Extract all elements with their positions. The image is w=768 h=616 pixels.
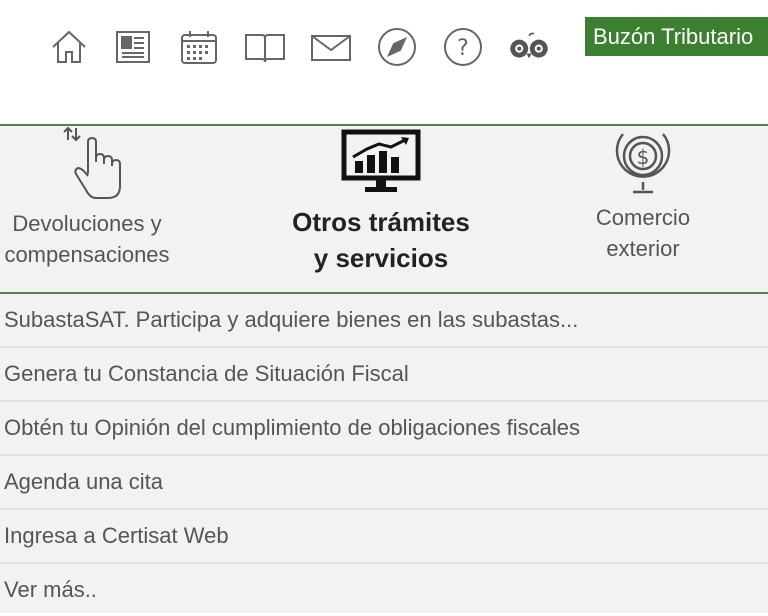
service-links-list: SubastaSAT. Participa y adquiere bienes … xyxy=(0,294,768,616)
link-opinion-cumplimiento[interactable]: Obtén tu Opinión del cumplimiento de obl… xyxy=(0,402,768,456)
link-certisat-web[interactable]: Ingresa a Certisat Web xyxy=(0,510,768,564)
category-label: Comercio xyxy=(595,205,691,230)
category-row: Devoluciones y compensaciones Otros trám… xyxy=(0,126,768,294)
link-constancia-situacion-fiscal[interactable]: Genera tu Constancia de Situación Fiscal xyxy=(0,348,768,402)
globe-dollar-icon: $ xyxy=(615,133,671,194)
help-icon[interactable]: ? xyxy=(441,25,485,69)
services-menu: Devoluciones y compensaciones Otros trám… xyxy=(0,124,768,613)
hand-pointer-icon xyxy=(63,126,121,199)
home-icon[interactable] xyxy=(47,25,91,69)
category-label: compensaciones xyxy=(4,242,170,267)
category-label: exterior xyxy=(606,236,680,261)
top-toolbar: ? Buzón Tributario xyxy=(0,0,768,124)
newspaper-icon[interactable] xyxy=(111,25,155,69)
link-subastasat[interactable]: SubastaSAT. Participa y adquiere bienes … xyxy=(0,294,768,348)
category-comercio-exterior[interactable]: $ Comercio exterior xyxy=(556,126,730,292)
owl-icon[interactable] xyxy=(507,25,551,69)
category-label: Devoluciones y xyxy=(12,211,162,236)
calendar-icon[interactable] xyxy=(177,25,221,69)
svg-text:$: $ xyxy=(637,145,650,169)
link-agenda-cita[interactable]: Agenda una cita xyxy=(0,456,768,510)
book-icon[interactable] xyxy=(243,25,287,69)
compass-icon[interactable] xyxy=(375,25,419,69)
category-otros-tramites[interactable]: Otros trámites y servicios xyxy=(272,126,490,292)
mail-icon[interactable] xyxy=(309,25,353,69)
category-label: y servicios xyxy=(313,243,449,273)
buzon-tributario-button[interactable]: Buzón Tributario xyxy=(585,17,768,56)
link-ver-mas[interactable]: Ver más.. xyxy=(0,564,768,616)
category-label: Otros trámites xyxy=(292,207,470,237)
category-devoluciones[interactable]: Devoluciones y compensaciones xyxy=(0,126,182,292)
monitor-chart-icon xyxy=(341,129,421,192)
svg-text:?: ? xyxy=(457,36,469,61)
